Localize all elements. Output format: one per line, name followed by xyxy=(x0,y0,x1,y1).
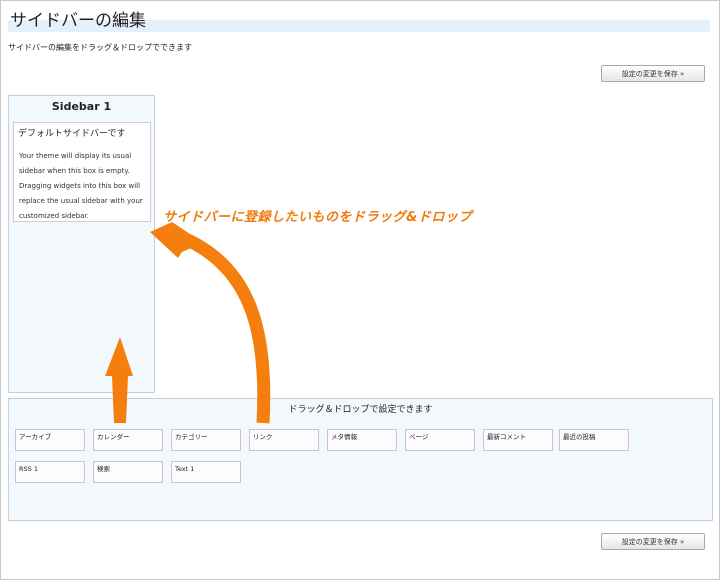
up-arrow-icon xyxy=(105,337,133,423)
annotation-arrows xyxy=(105,222,271,424)
drag-drop-annotation: サイドバーに登録したいものをドラッグ&ドロップ xyxy=(163,210,472,225)
curved-arrow-icon xyxy=(150,222,271,424)
